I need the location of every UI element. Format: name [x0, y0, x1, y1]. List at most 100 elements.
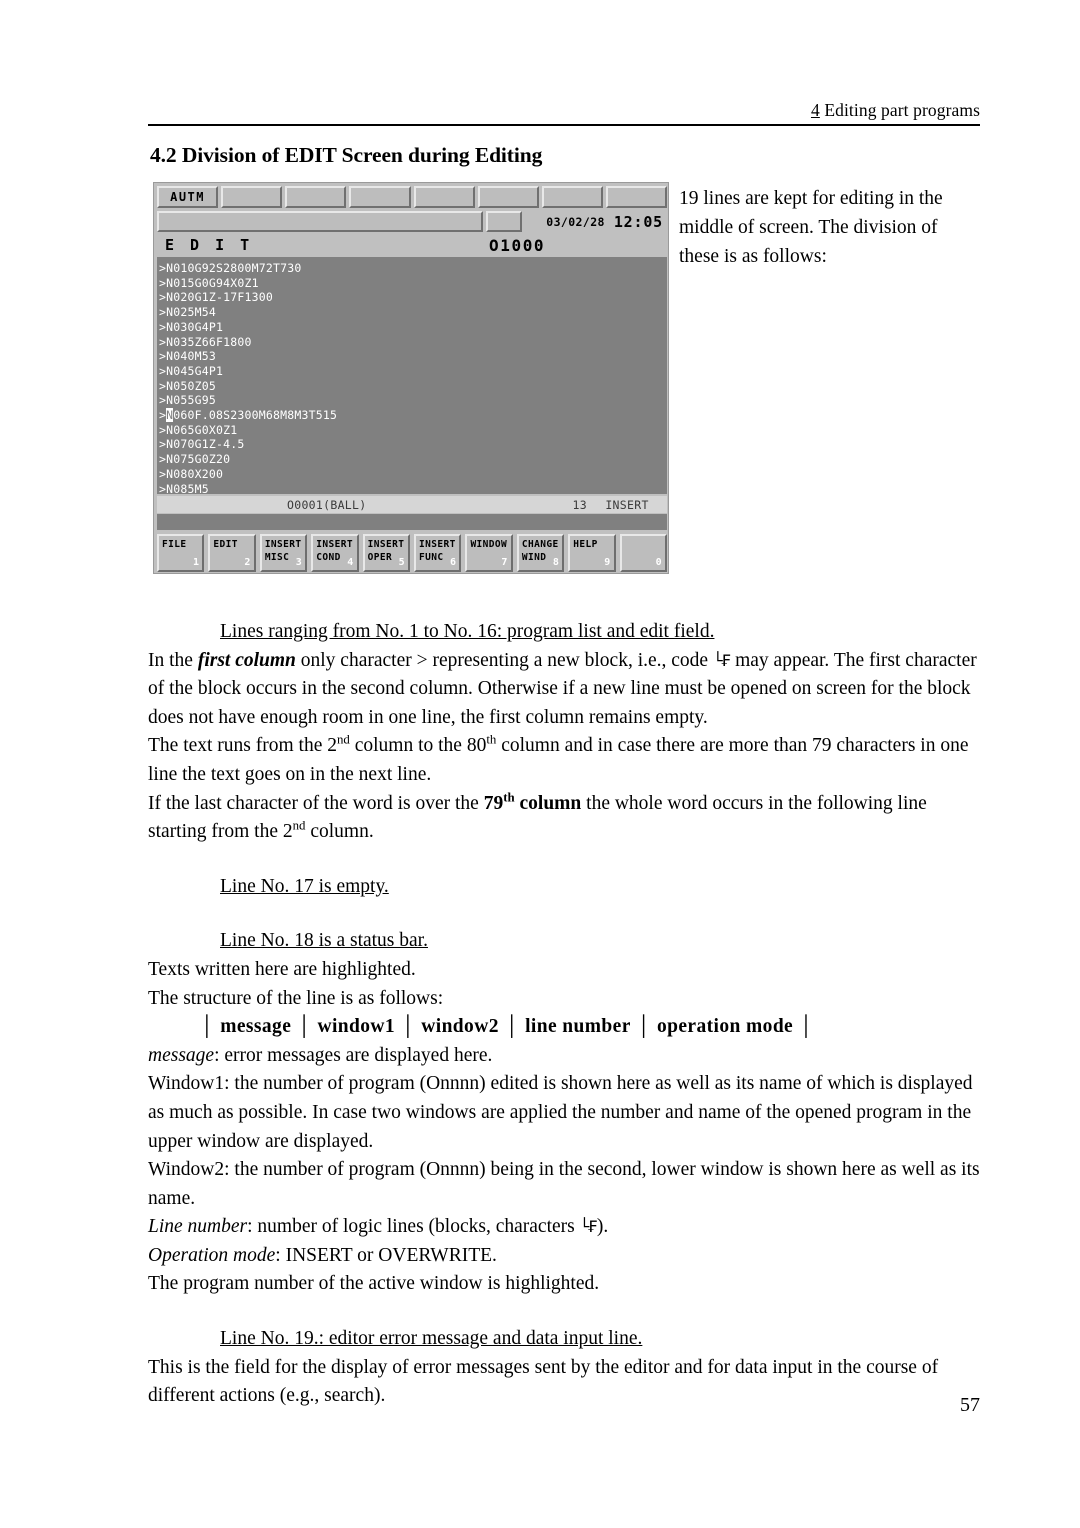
- cnc-message-strip: 03/02/28 12:05: [157, 211, 667, 232]
- cnc-tab-0[interactable]: AUTM: [157, 186, 219, 208]
- side-paragraph: 19 lines are kept for editing in the mid…: [679, 188, 943, 267]
- cnc-mode-label: E D I T: [165, 236, 253, 254]
- cnc-softkey-number: 1: [192, 556, 200, 568]
- crlf-code-icon: └₣: [712, 650, 731, 670]
- p2-sup-nd: nd: [337, 732, 350, 747]
- cnc-softkey-label-line1: INSERT: [264, 539, 302, 550]
- cnc-tab-3[interactable]: [349, 186, 411, 208]
- running-head: 4 Editing part programs: [148, 100, 980, 121]
- cnc-program-line[interactable]: >N035Z66F1800: [159, 335, 667, 350]
- cnc-tab-4[interactable]: [413, 186, 475, 208]
- cnc-softkey-label-line1: INSERT: [367, 539, 405, 550]
- cnc-program-line[interactable]: >N060F.08S2300M68M8M3T515: [159, 408, 667, 423]
- cnc-softkey-number: 8: [552, 556, 560, 568]
- struct-field-operation-mode: operation mode: [656, 1016, 794, 1038]
- cnc-softkey-help[interactable]: HELP 9: [568, 534, 616, 572]
- cnc-program-line[interactable]: >N010G92S2800M72T730: [159, 261, 667, 276]
- cnc-program-line[interactable]: >N040M53: [159, 349, 667, 364]
- section-heading: 4.2 Division of EDIT Screen during Editi…: [150, 143, 543, 167]
- paragraph-window2: Window2: the number of program (Onnnn) b…: [148, 1159, 980, 1209]
- cnc-program-line[interactable]: >N050Z05: [159, 379, 667, 394]
- cnc-softkey-edit[interactable]: EDIT 2: [208, 534, 256, 572]
- p10-text: : INSERT or OVERWRITE.: [275, 1244, 497, 1266]
- cnc-program-line[interactable]: >N025M54: [159, 305, 667, 320]
- header-rule: [148, 124, 980, 126]
- p9-a: : number of logic lines (blocks, charact…: [247, 1216, 580, 1238]
- cnc-tab-1[interactable]: [221, 186, 283, 208]
- cnc-program-list[interactable]: >N010G92S2800M72T730 >N015G0G94X0Z1 >N020G…: [157, 257, 667, 494]
- cnc-program-line[interactable]: >N015G0G94X0Z1: [159, 276, 667, 291]
- cnc-softkey-number: 0: [655, 556, 663, 568]
- cnc-program-line[interactable]: >N075G0Z20: [159, 452, 667, 467]
- paragraph-text-columns: The text runs from the 2nd column to the…: [148, 732, 980, 789]
- page-number: 57: [960, 1394, 980, 1416]
- cnc-datetime: 03/02/28 12:05: [525, 211, 667, 232]
- struct-sep-1: │: [297, 1016, 312, 1038]
- cnc-softkey-insert-misc[interactable]: INSERT MISC 3: [259, 534, 308, 572]
- cnc-program-line[interactable]: >N080X200: [159, 467, 667, 482]
- p10-label: Operation mode: [148, 1244, 276, 1266]
- p6-label: message: [148, 1044, 215, 1066]
- cnc-program-number: O1000: [489, 235, 546, 255]
- cnc-softkey-file[interactable]: FILE 1: [157, 534, 205, 572]
- p1-c: only character > representing a new bloc…: [295, 649, 713, 671]
- cnc-softkey-change-wind[interactable]: CHANGE WIND 8: [516, 534, 565, 572]
- cnc-tab-2[interactable]: [285, 186, 347, 208]
- cnc-time: 12:05: [613, 212, 663, 231]
- cnc-program-line[interactable]: >N065G0X0Z1: [159, 423, 667, 438]
- paragraph-message-field: message: error messages are displayed he…: [148, 1042, 980, 1071]
- cnc-program-line[interactable]: >N020G1Z-17F1300: [159, 290, 667, 305]
- cnc-program-line[interactable]: >N030G4P1: [159, 320, 667, 335]
- cnc-softkey-label-line1: INSERT: [316, 539, 353, 550]
- cnc-tab-5[interactable]: [477, 186, 539, 208]
- cnc-softkey-insert-cond[interactable]: INSERT COND 4: [311, 534, 359, 572]
- paragraph-line-number: Line number: number of logic lines (bloc…: [148, 1213, 980, 1242]
- cnc-message-box: [157, 211, 483, 232]
- struct-sep-0: │: [200, 1016, 215, 1038]
- cnc-mode-row: E D I T O1000: [157, 234, 667, 256]
- cnc-softkey-number: 9: [604, 556, 611, 568]
- cnc-error-input-line[interactable]: [157, 514, 667, 530]
- cnc-status-line-number: 13: [572, 497, 587, 512]
- cnc-program-line[interactable]: >N085M5: [159, 482, 667, 494]
- cnc-softkey-row: FILE 1 EDIT 2 INSERT MISC 3 INSERT COND 4 INSERT…: [157, 534, 668, 572]
- cnc-softkey-label-line2: [625, 539, 665, 552]
- cnc-program-line[interactable]: >N070G1Z-4.5: [159, 437, 667, 452]
- cnc-softkey-insert-oper[interactable]: INSERT OPER 5: [362, 534, 411, 572]
- cnc-softkey-number: 7: [501, 556, 508, 568]
- subhead-lines-1-16: Lines ranging from No. 1 to No. 16: prog…: [220, 621, 715, 642]
- cnc-status-bar: O0001(BALL) 13 INSERT: [157, 496, 667, 513]
- cnc-tab-6[interactable]: [541, 186, 603, 208]
- cnc-softkey-window[interactable]: WINDOW 7: [465, 534, 513, 572]
- cnc-softkey-label-line1: CHANGE: [521, 539, 559, 550]
- cnc-softkey-insert-func[interactable]: INSERT FUNC 6: [414, 534, 462, 572]
- cnc-softkey-label-line1: WINDOW: [470, 539, 508, 550]
- p2-b: column to the 80: [349, 735, 487, 757]
- running-head-chapter-number: 4: [810, 100, 820, 120]
- cnc-softkey-number: 4: [347, 556, 354, 568]
- p2-a: The text runs from the 2: [148, 735, 337, 757]
- paragraph-operation-mode: Operation mode: INSERT or OVERWRITE.: [148, 1242, 980, 1271]
- cnc-softkey-blank[interactable]: 0: [619, 534, 668, 572]
- cnc-status-operation-mode: INSERT: [605, 497, 649, 512]
- struct-field-window1: window1: [317, 1016, 396, 1038]
- status-bar-structure: │ message │ window1 │ window2 │ line number │ ope…: [194, 1013, 980, 1042]
- paragraph-structure-intro: The structure of the line is as follows:: [148, 987, 444, 1009]
- p3-a: If the last character of the word is ove…: [148, 792, 484, 814]
- p3-e: column.: [305, 821, 374, 843]
- cnc-program-line[interactable]: >N055G95: [159, 393, 667, 408]
- paragraph-highlighted: Texts written here are highlighted.: [148, 958, 416, 980]
- cnc-softkey-label-line1: FILE: [162, 539, 187, 550]
- struct-sep-5: │: [799, 1016, 814, 1038]
- p3-sup-th: th: [503, 790, 515, 805]
- cnc-program-line[interactable]: >N045G4P1: [159, 364, 667, 379]
- cnc-softkey-number: 3: [295, 556, 303, 568]
- cnc-tab-7[interactable]: [605, 186, 667, 208]
- cnc-softkey-number: 2: [244, 556, 251, 568]
- cnc-indicator-box: [486, 211, 522, 232]
- p3-sup-nd: nd: [292, 818, 306, 833]
- p3-79: 79: [483, 792, 504, 814]
- cnc-softkey-number: 6: [450, 556, 457, 568]
